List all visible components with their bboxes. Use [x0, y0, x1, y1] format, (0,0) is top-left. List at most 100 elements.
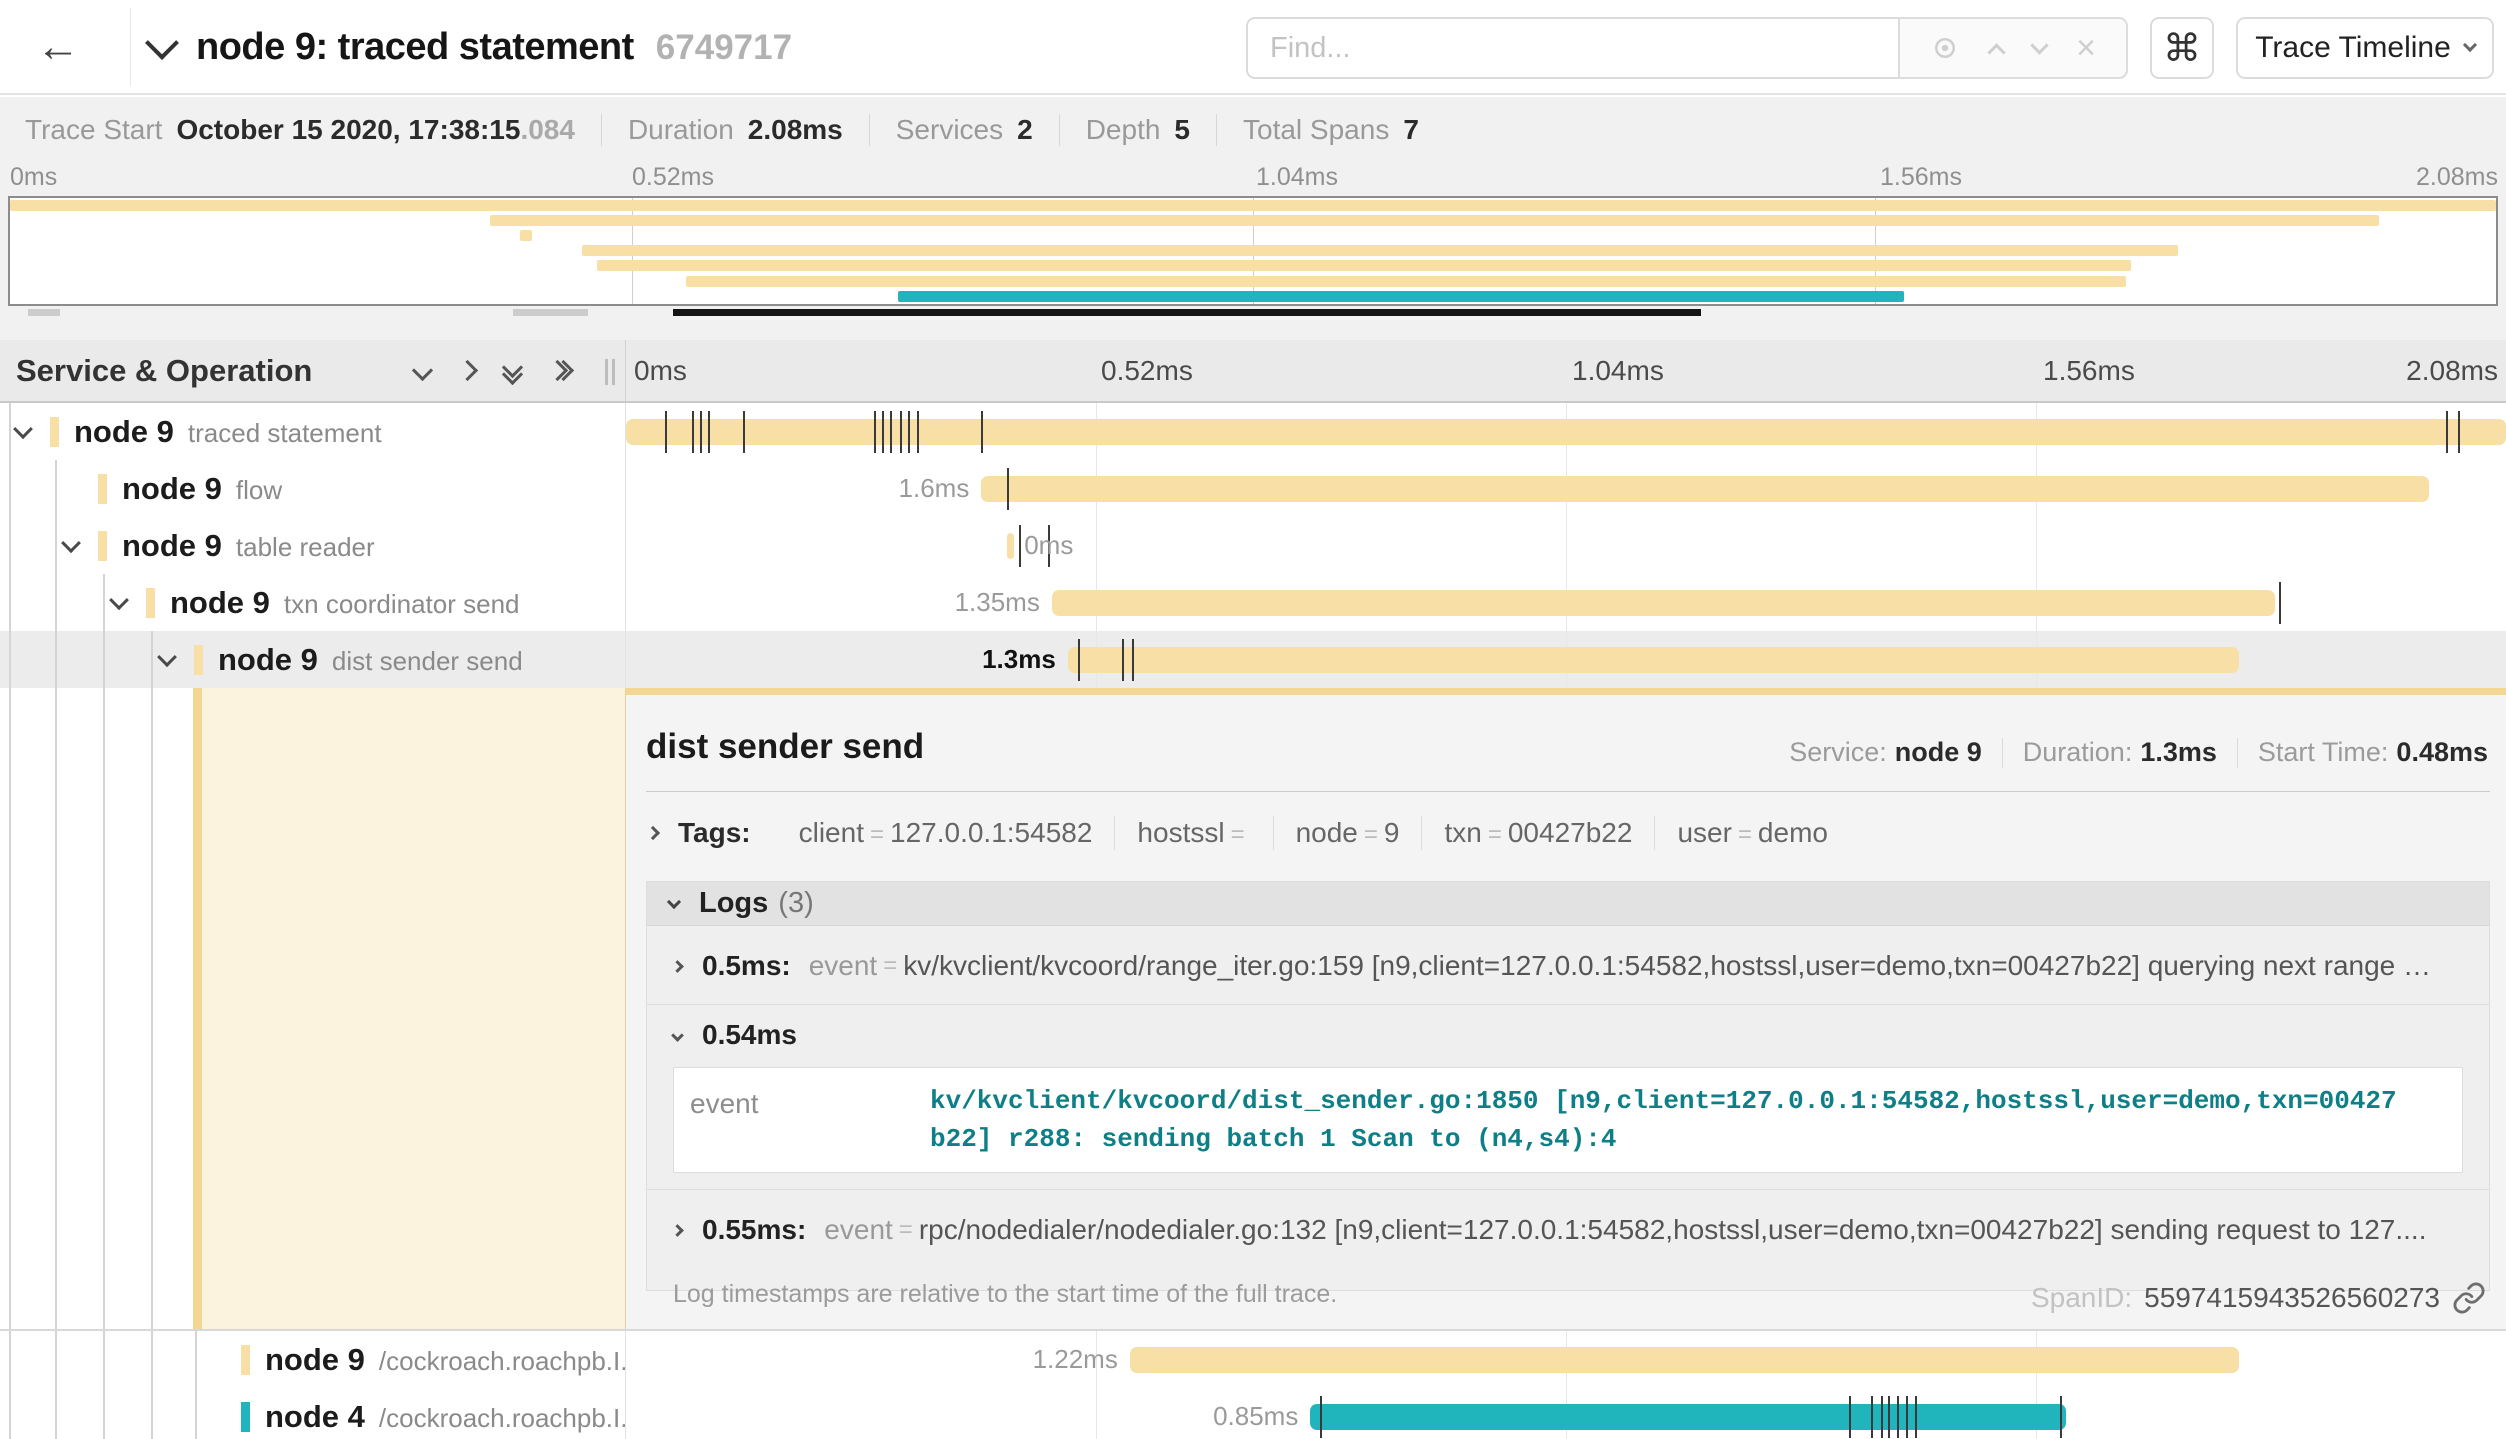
log-timestamp: 0.55ms:	[702, 1214, 806, 1246]
span-operation: txn coordinator send	[284, 589, 520, 619]
span-duration-bar[interactable]	[981, 476, 2429, 502]
span-duration-bar[interactable]	[1068, 647, 2239, 673]
span-duration-bar[interactable]	[1052, 590, 2275, 616]
column-resize-handle[interactable]	[605, 359, 615, 385]
span-bar-row[interactable]: 1.35ms	[625, 574, 2506, 631]
minimap-scrubber-handle[interactable]	[513, 309, 588, 316]
find-controls: ×	[1898, 17, 2128, 79]
back-button[interactable]: ←	[30, 22, 86, 74]
chevron-down-icon[interactable]	[16, 425, 30, 439]
span-bar-row[interactable]	[625, 403, 2506, 460]
find-next-button[interactable]	[2033, 45, 2046, 52]
minimap-tick: 2.08ms	[2416, 163, 2498, 192]
log-entry-1[interactable]: 0.5ms: event = kv/kvclient/kvcoord/range…	[647, 926, 2489, 1004]
timeline-gridline	[1096, 517, 1097, 574]
span-duration-bar[interactable]	[1130, 1347, 2239, 1373]
span-bar-row[interactable]: 1.6ms	[625, 460, 2506, 517]
logs-title: Logs	[699, 887, 768, 920]
log-entry-2[interactable]: 0.54ms	[647, 1005, 2489, 1061]
collapse-one-icon[interactable]	[412, 360, 433, 381]
chevron-down-icon[interactable]	[112, 596, 126, 610]
indent-guide	[151, 1331, 153, 1388]
divider	[1216, 114, 1217, 146]
trace-summary-zone: Trace Start October 15 2020, 17:38:15.08…	[0, 97, 2506, 340]
indent-guide	[55, 1331, 57, 1388]
chevron-right-icon	[671, 960, 684, 973]
log-key: event	[824, 1214, 893, 1246]
log-tick-marker	[2060, 1396, 2062, 1438]
collapse-trace-chevron-icon[interactable]	[145, 26, 179, 60]
start-time-value: 0.48ms	[2396, 737, 2488, 767]
span-row-node9-rpc[interactable]: node 9/cockroach.roachpb.I... 1.22ms	[0, 1331, 2506, 1388]
minimap-viewport-indicator[interactable]	[673, 309, 1701, 316]
minimap-span-bar	[686, 276, 2125, 287]
tag-node: node=9	[1274, 817, 1422, 849]
span-id-label: SpanID:	[2031, 1282, 2132, 1314]
duration-value: 1.3ms	[2140, 737, 2217, 767]
span-bar-row[interactable]: 0.85ms	[625, 1388, 2506, 1439]
span-detail-indent	[0, 688, 625, 1329]
log-key: event	[809, 950, 878, 982]
span-duration-bar[interactable]	[1310, 1404, 2066, 1430]
span-duration-bar[interactable]	[1007, 533, 1015, 559]
log-tick-marker	[1132, 639, 1134, 681]
span-bar-row[interactable]: 0ms	[625, 517, 2506, 574]
indent-guide	[9, 631, 11, 688]
minimap-span-bar	[582, 245, 2178, 256]
minimap-span-bar	[10, 200, 2496, 211]
log-entry-3[interactable]: 0.55ms: event = rpc/nodedialer/nodediale…	[647, 1190, 2489, 1268]
timeline-minimap[interactable]	[8, 196, 2498, 306]
clear-find-icon[interactable]: ×	[2076, 31, 2096, 65]
span-row-dist-sender-send[interactable]: node 9dist sender send 1.3ms	[0, 631, 2506, 688]
locate-icon[interactable]	[1930, 33, 1960, 63]
span-row-node4-rpc[interactable]: node 4/cockroach.roachpb.I... 0.85ms	[0, 1388, 2506, 1439]
indent-guide	[55, 517, 57, 574]
chevron-down-icon	[2463, 38, 2477, 52]
log-tick-marker	[874, 411, 876, 453]
timeline-gridline	[1566, 517, 1567, 574]
minimap-scrubber-handle[interactable]	[28, 309, 60, 316]
trace-view-selector[interactable]: Trace Timeline	[2236, 17, 2494, 79]
log-tick-marker	[665, 411, 667, 453]
keyboard-shortcuts-button[interactable]: ⌘	[2150, 17, 2214, 79]
span-bar-row[interactable]: 1.22ms	[625, 1331, 2506, 1388]
log-tick-marker	[1007, 468, 1009, 510]
equals-sign: =	[893, 1216, 919, 1244]
log-tick-marker	[1888, 1396, 1890, 1438]
log-tick-marker	[708, 411, 710, 453]
find-prev-button[interactable]	[1990, 38, 2003, 59]
span-bar-row[interactable]: 1.3ms	[625, 631, 2506, 688]
span-row-txn-coordinator-send[interactable]: node 9txn coordinator send 1.35ms	[0, 574, 2506, 631]
indent-guide	[55, 460, 57, 517]
tag-txn: txn=00427b22	[1422, 817, 1654, 849]
deep-link-icon[interactable]	[2452, 1281, 2486, 1315]
logs-header[interactable]: Logs (3)	[647, 882, 2489, 926]
expand-all-icon[interactable]	[550, 363, 571, 378]
find-input[interactable]	[1246, 17, 1898, 79]
log-tick-marker	[900, 411, 902, 453]
indent-guide	[9, 517, 11, 574]
log-tick-marker	[917, 411, 919, 453]
indent-guide	[9, 688, 11, 1329]
expanded-span-highlight	[202, 688, 625, 1329]
tags-row[interactable]: Tags: client=127.0.0.1:54582 hostssl= no…	[648, 807, 2490, 859]
log-tick-marker	[700, 411, 702, 453]
log-timestamp: 0.54ms	[702, 1019, 797, 1051]
indent-guide	[151, 688, 153, 1329]
chevron-down-icon[interactable]	[160, 653, 174, 667]
chevron-down-icon[interactable]	[64, 539, 78, 553]
divider	[2002, 738, 2003, 768]
log-tick-marker	[2446, 411, 2448, 453]
service-value: node 9	[1895, 737, 1982, 767]
span-row-traced-statement[interactable]: node 9traced statement	[0, 403, 2506, 460]
indent-guide	[103, 574, 105, 631]
collapse-all-icon[interactable]	[505, 360, 520, 382]
log-tick-marker	[692, 411, 694, 453]
expand-one-icon[interactable]	[457, 360, 478, 381]
log-tick-marker	[1897, 1396, 1899, 1438]
span-row-flow[interactable]: node 9flow 1.6ms	[0, 460, 2506, 517]
span-detail-meta: Service:node 9 Duration:1.3ms Start Time…	[1789, 737, 2488, 768]
timeline-gridline	[1096, 1388, 1097, 1439]
span-row-table-reader[interactable]: node 9table reader 0ms	[0, 517, 2506, 574]
log-tick-marker	[1078, 639, 1080, 681]
